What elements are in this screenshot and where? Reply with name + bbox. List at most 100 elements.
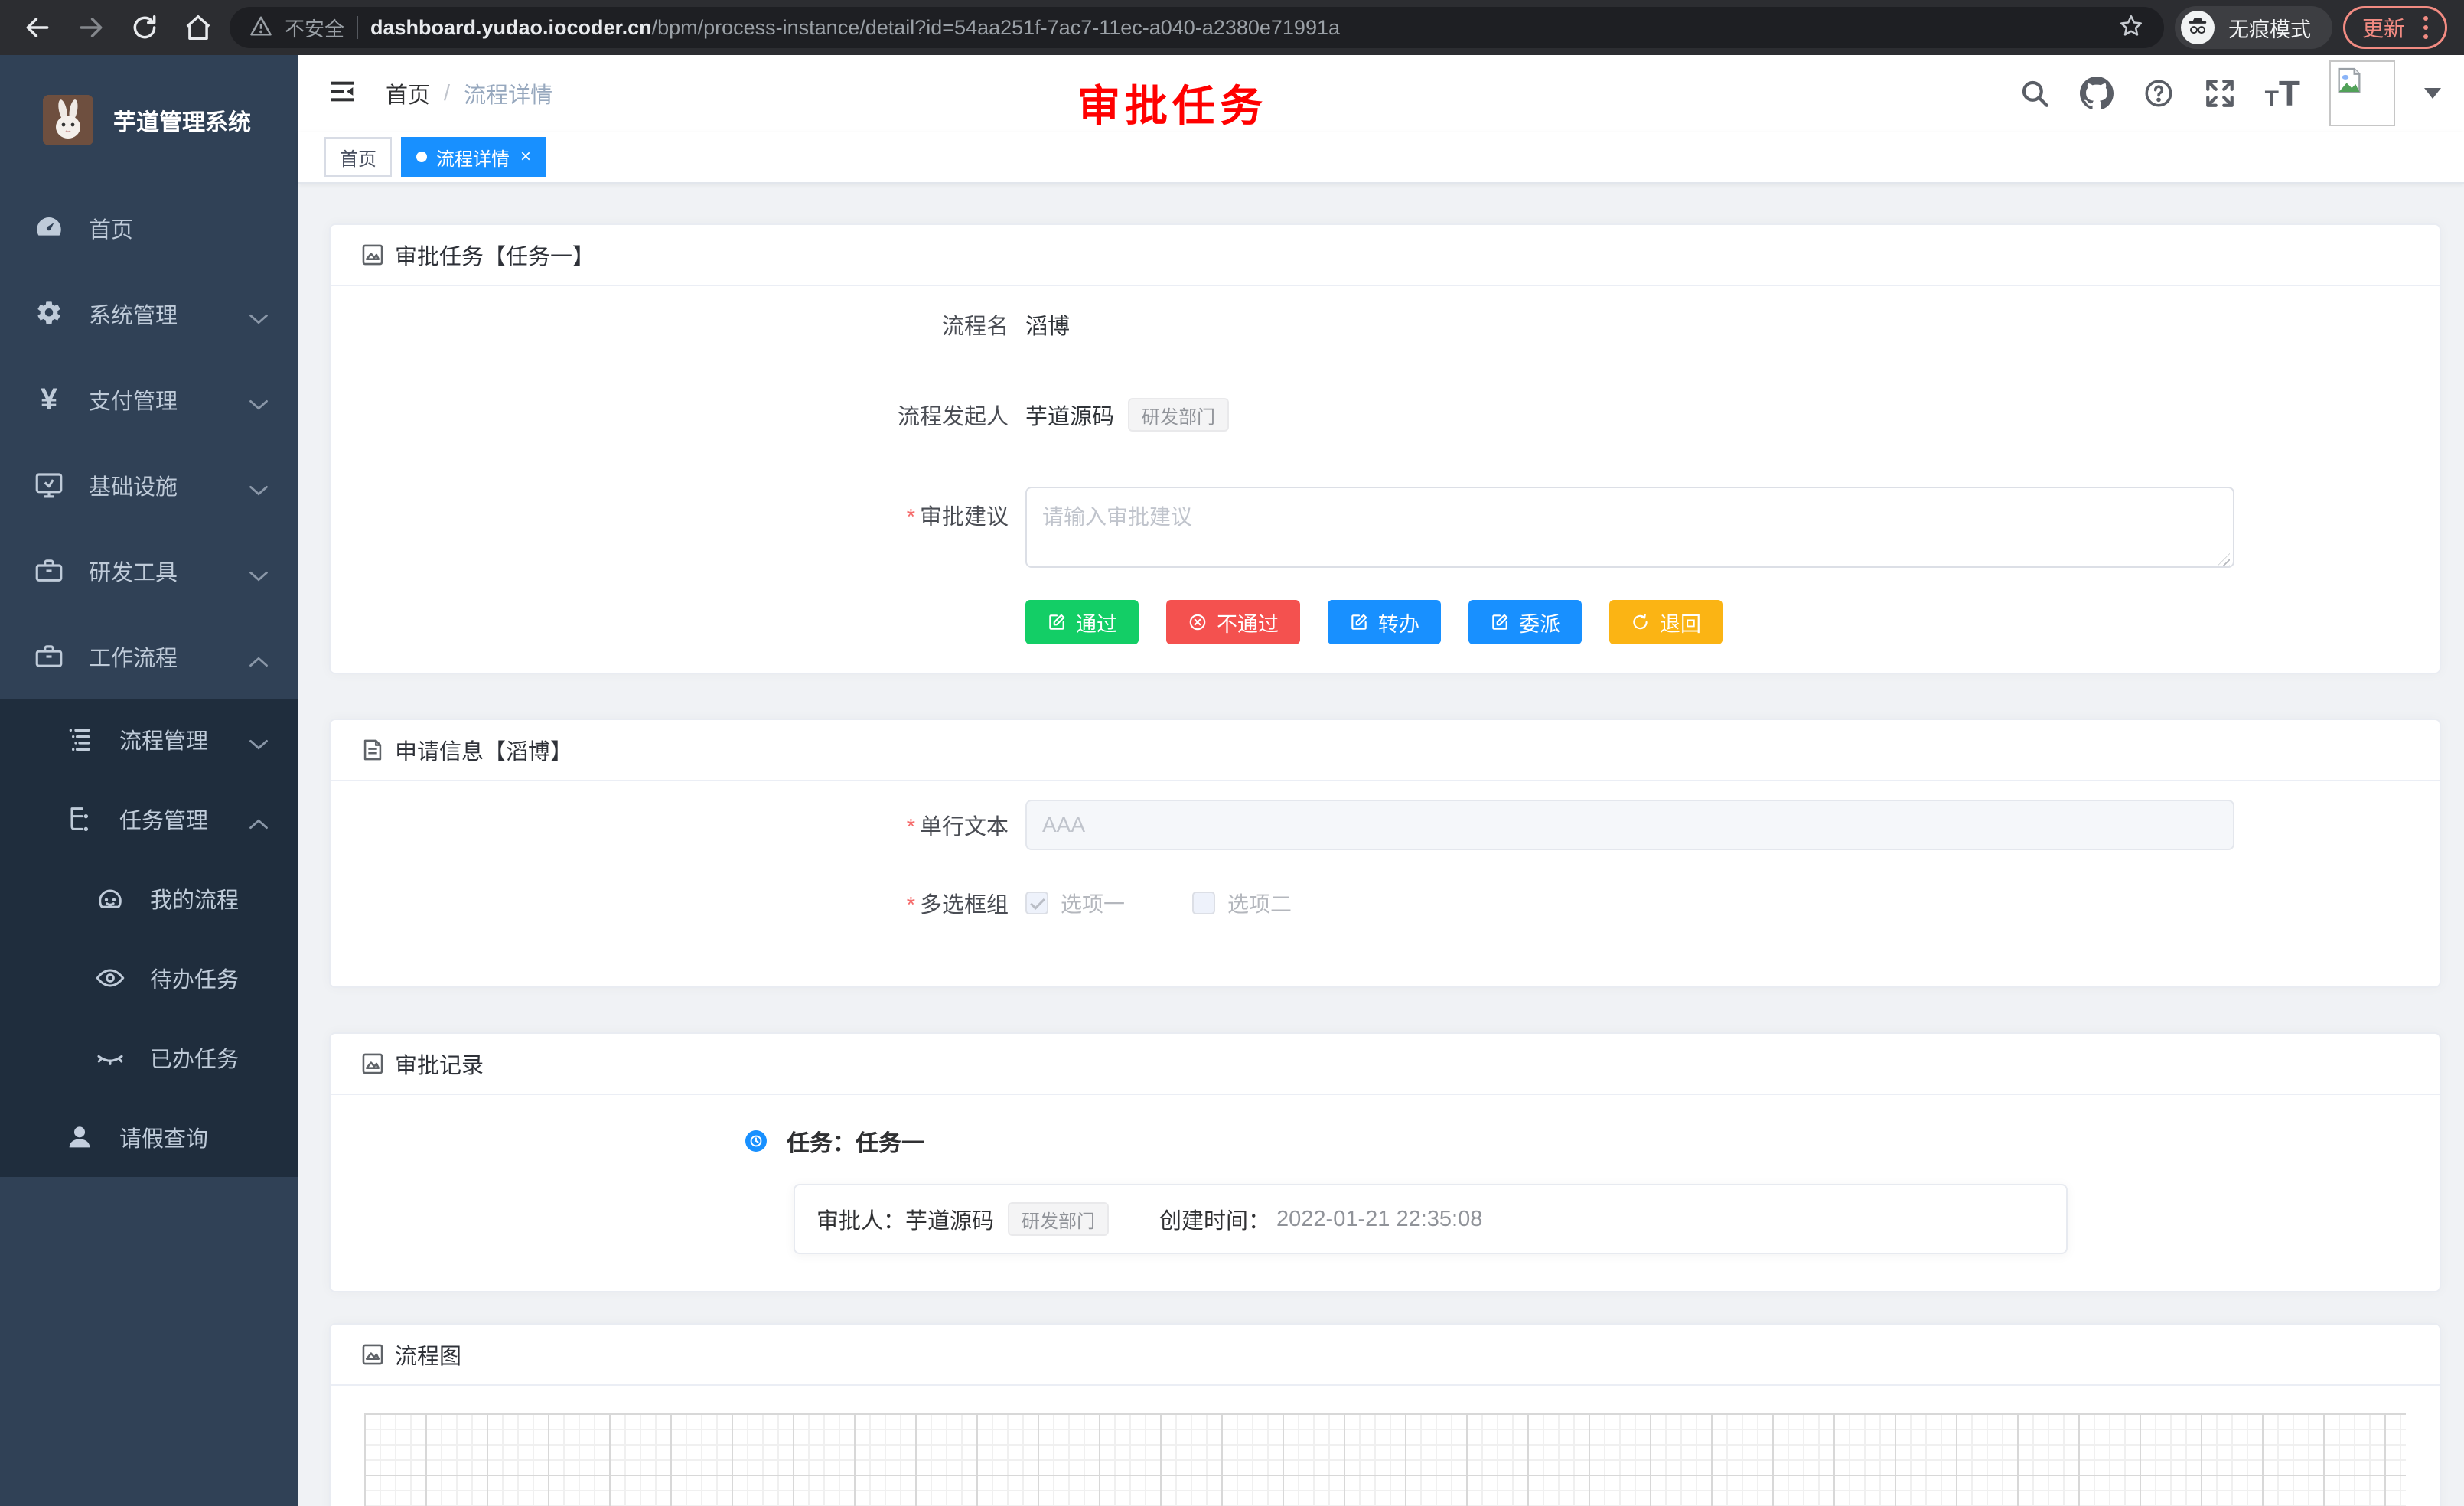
- back-icon[interactable]: [23, 13, 52, 42]
- bookmark-star-icon[interactable]: [2118, 13, 2144, 43]
- task-title: 任务：任务一: [787, 1124, 924, 1158]
- toolbox-icon: [32, 555, 66, 587]
- breadcrumb: 首页 / 流程详情: [386, 77, 552, 109]
- document-icon: [360, 737, 386, 763]
- browser-update-button[interactable]: 更新: [2343, 6, 2447, 49]
- diagram-card-header: 流程图: [331, 1325, 2440, 1386]
- user-icon: [63, 1122, 96, 1152]
- chevron-down-icon: [248, 307, 269, 332]
- search-icon[interactable]: [2019, 77, 2051, 109]
- font-size-icon[interactable]: TT: [2265, 76, 2300, 111]
- sidebar-item-system[interactable]: 系统管理: [0, 271, 298, 357]
- tag-label: 首页: [340, 144, 376, 171]
- approver-label: 审批人：: [816, 1203, 905, 1235]
- sidebar-item-label: 支付管理: [89, 383, 178, 416]
- sidebar-item-my-process[interactable]: 我的流程: [0, 859, 298, 938]
- chevron-down-icon: [248, 564, 269, 589]
- avatar[interactable]: [2329, 60, 2395, 126]
- incognito-label: 无痕模式: [2228, 13, 2311, 43]
- edit-icon: [1047, 612, 1067, 632]
- fullscreen-icon[interactable]: [2204, 77, 2236, 109]
- chevron-down-icon: [248, 478, 269, 504]
- checkbox-label: 选项二: [1227, 888, 1292, 918]
- url-bar[interactable]: 不安全 dashboard.yudao.iocoder.cn/bpm/proce…: [230, 7, 2164, 48]
- checkbox-group-label: *多选框组: [331, 887, 1009, 919]
- security-label: 不安全: [285, 14, 344, 42]
- bpmn-canvas-grid[interactable]: [364, 1413, 2406, 1506]
- yen-icon: ¥: [32, 384, 66, 415]
- briefcase-icon: [32, 641, 66, 673]
- github-icon[interactable]: [2080, 77, 2114, 110]
- sidebar-logo-row[interactable]: 芋道管理系统: [0, 55, 298, 185]
- breadcrumb-current: 流程详情: [464, 77, 552, 109]
- close-icon[interactable]: ×: [520, 148, 531, 166]
- sidebar-item-label: 流程管理: [119, 723, 208, 755]
- single-line-text-input: [1025, 800, 2234, 850]
- picture-icon: [360, 242, 386, 268]
- dept-tag: 研发部门: [1128, 398, 1229, 432]
- timeline-clock-icon: [745, 1130, 767, 1152]
- tags-view: 首页 流程详情 ×: [298, 132, 2464, 184]
- sidebar-item-todo-tasks[interactable]: 待办任务: [0, 938, 298, 1018]
- sidebar-item-leave-query[interactable]: 请假查询: [0, 1097, 298, 1177]
- sidebar-item-devtools[interactable]: 研发工具: [0, 528, 298, 614]
- sidebar-item-process-mgmt[interactable]: 流程管理: [0, 699, 298, 779]
- card-title: 审批记录: [395, 1048, 484, 1080]
- undo-icon: [1631, 612, 1651, 632]
- home-icon[interactable]: [184, 13, 213, 42]
- url-text: dashboard.yudao.iocoder.cn/bpm/process-i…: [370, 16, 2106, 40]
- url-divider: [357, 16, 358, 39]
- sidebar-item-label: 系统管理: [89, 298, 178, 330]
- reject-button[interactable]: 不通过: [1166, 600, 1300, 644]
- reload-icon[interactable]: [130, 13, 159, 42]
- sidebar-item-payment[interactable]: ¥ 支付管理: [0, 357, 298, 442]
- browser-menu-icon[interactable]: [2419, 16, 2433, 39]
- sidebar-toggle-icon[interactable]: [321, 77, 364, 111]
- approve-button[interactable]: 通过: [1025, 600, 1139, 644]
- chevron-up-icon: [248, 812, 269, 837]
- return-button[interactable]: 退回: [1609, 600, 1723, 644]
- chevron-down-icon: [248, 393, 269, 418]
- tag-process-detail[interactable]: 流程详情 ×: [401, 137, 546, 177]
- advice-label: *审批建议: [331, 487, 1009, 531]
- advice-textarea[interactable]: [1025, 487, 2234, 568]
- org-tree-icon: [63, 804, 96, 834]
- chevron-down-icon: [248, 732, 269, 758]
- delegate-button[interactable]: 委派: [1468, 600, 1582, 644]
- transfer-button[interactable]: 转办: [1328, 600, 1441, 644]
- sidebar-item-workflow[interactable]: 工作流程: [0, 614, 298, 699]
- not-secure-icon: [249, 15, 272, 41]
- card-title: 审批任务【任务一】: [395, 239, 595, 271]
- navbar: 首页 / 流程详情 TT: [298, 55, 2464, 132]
- sidebar-item-infra[interactable]: 基础设施: [0, 442, 298, 528]
- starter-value: 芋道源码: [1025, 399, 1114, 431]
- process-name-value: 滔博: [1025, 308, 1070, 341]
- help-icon[interactable]: [2143, 77, 2175, 109]
- sidebar-item-task-mgmt[interactable]: 任务管理: [0, 779, 298, 859]
- url-path: /bpm/process-instance/detail?id=54aa251f…: [652, 16, 1340, 39]
- card-title: 申请信息【滔博】: [395, 734, 572, 766]
- sidebar-item-done-tasks[interactable]: 已办任务: [0, 1018, 298, 1097]
- starter-label: 流程发起人: [331, 399, 1009, 431]
- eye-closed-icon: [93, 1042, 127, 1073]
- sidebar-item-home[interactable]: 首页: [0, 185, 298, 271]
- tree-list-icon: [63, 724, 96, 755]
- edit-icon: [1349, 612, 1369, 632]
- url-domain: dashboard.yudao.iocoder.cn: [370, 16, 652, 39]
- app-logo: [43, 95, 93, 145]
- create-time-label: 创建时间：: [1159, 1203, 1270, 1235]
- app-title: 芋道管理系统: [113, 103, 251, 137]
- breadcrumb-home[interactable]: 首页: [386, 77, 430, 109]
- active-dot-icon: [416, 152, 427, 162]
- sidebar-submenu-workflow: 流程管理 任务管理 我的流程 待办任务 已办任务 请假: [0, 699, 298, 1177]
- approver-name: 芋道源码: [905, 1203, 994, 1235]
- incognito-icon: [2181, 11, 2215, 44]
- sidebar-item-label: 任务管理: [119, 803, 208, 835]
- picture-icon: [360, 1051, 386, 1077]
- checkbox-option-1: 选项一: [1025, 888, 1125, 918]
- avatar-caret-icon[interactable]: [2424, 88, 2441, 99]
- tag-home[interactable]: 首页: [324, 137, 392, 177]
- required-asterisk: *: [907, 815, 915, 839]
- dashboard-icon: [32, 212, 66, 244]
- forward-icon[interactable]: [77, 13, 106, 42]
